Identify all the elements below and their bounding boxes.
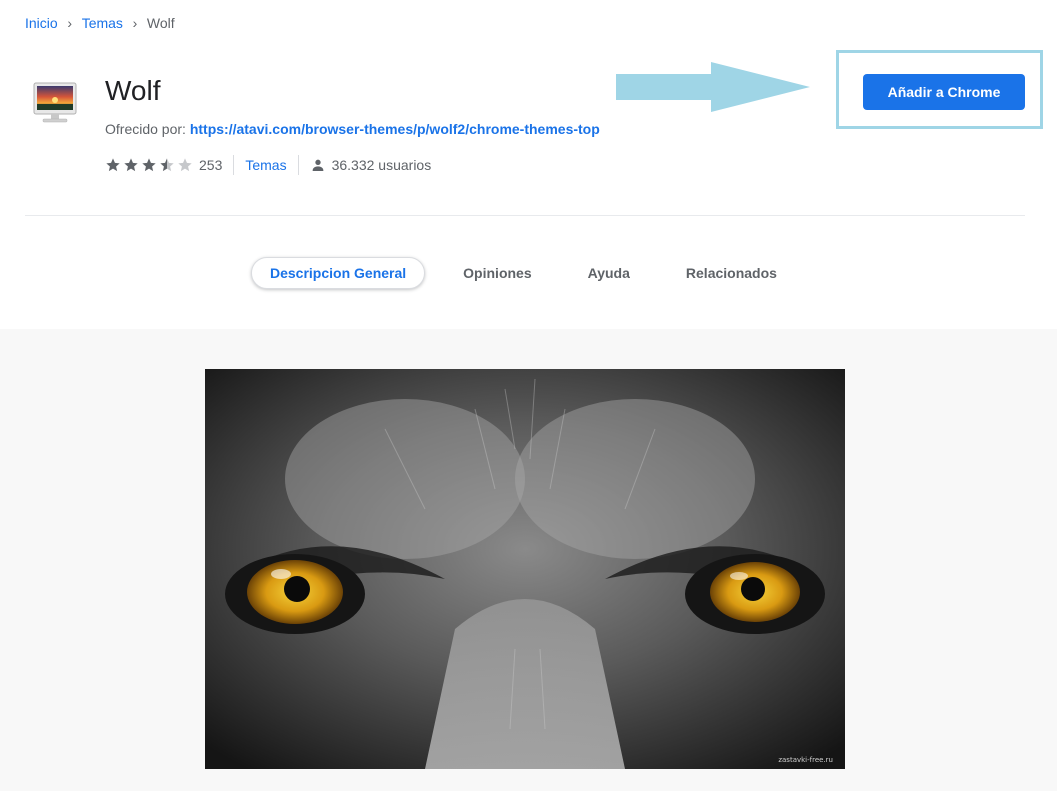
breadcrumb-inicio[interactable]: Inicio bbox=[25, 14, 58, 32]
star-full-icon bbox=[124, 158, 138, 172]
breadcrumb: Inicio › Temas › Wolf bbox=[25, 14, 175, 32]
extension-title: Wolf bbox=[105, 75, 161, 106]
user-count: 36.332 usuarios bbox=[331, 157, 432, 173]
star-full-icon bbox=[142, 158, 156, 172]
star-empty-icon bbox=[178, 158, 192, 172]
arrow-annotation-icon bbox=[616, 62, 810, 112]
image-watermark: zastavki-free.ru bbox=[778, 756, 833, 764]
offered-by-link[interactable]: https://atavi.com/browser-themes/p/wolf2… bbox=[190, 121, 600, 137]
divider bbox=[297, 155, 299, 175]
tab-ayuda[interactable]: Ayuda bbox=[570, 257, 648, 289]
offered-by: Ofrecido por: https://atavi.com/browser-… bbox=[105, 120, 600, 138]
rating-count[interactable]: 253 bbox=[199, 157, 222, 173]
rating-stars bbox=[105, 157, 193, 173]
chevron-right-icon: › bbox=[132, 15, 138, 31]
header-divider bbox=[25, 215, 1025, 216]
chevron-right-icon: › bbox=[67, 15, 73, 31]
tab-descripcion-general[interactable]: Descripcion General bbox=[251, 257, 426, 289]
category-link[interactable]: Temas bbox=[245, 157, 286, 173]
star-full-icon bbox=[106, 158, 120, 172]
wolf-eyes-image[interactable]: zastavki-free.ru bbox=[205, 369, 845, 769]
extension-page: Inicio › Temas › Wolf Wolf Ofrecido por:… bbox=[0, 0, 1057, 791]
tab-relacionados[interactable]: Relacionados bbox=[668, 257, 795, 289]
monitor-sunset-icon bbox=[33, 82, 77, 123]
wolf-eyes-illustration bbox=[205, 369, 845, 769]
add-to-chrome-button[interactable]: Añadir a Chrome bbox=[863, 74, 1025, 110]
tab-bar: Descripcion General Opiniones Ayuda Rela… bbox=[251, 256, 795, 290]
tab-opiniones[interactable]: Opiniones bbox=[445, 257, 549, 289]
user-icon bbox=[312, 159, 323, 171]
meta-row: 253 Temas 36.332 usuarios bbox=[105, 154, 431, 176]
breadcrumb-temas[interactable]: Temas bbox=[82, 14, 123, 32]
breadcrumb-current: Wolf bbox=[146, 15, 175, 31]
offered-by-label: Ofrecido por: bbox=[105, 121, 186, 137]
screenshot-gallery: zastavki-free.ru bbox=[0, 329, 1057, 791]
divider bbox=[233, 155, 235, 175]
star-half-icon bbox=[160, 158, 174, 172]
